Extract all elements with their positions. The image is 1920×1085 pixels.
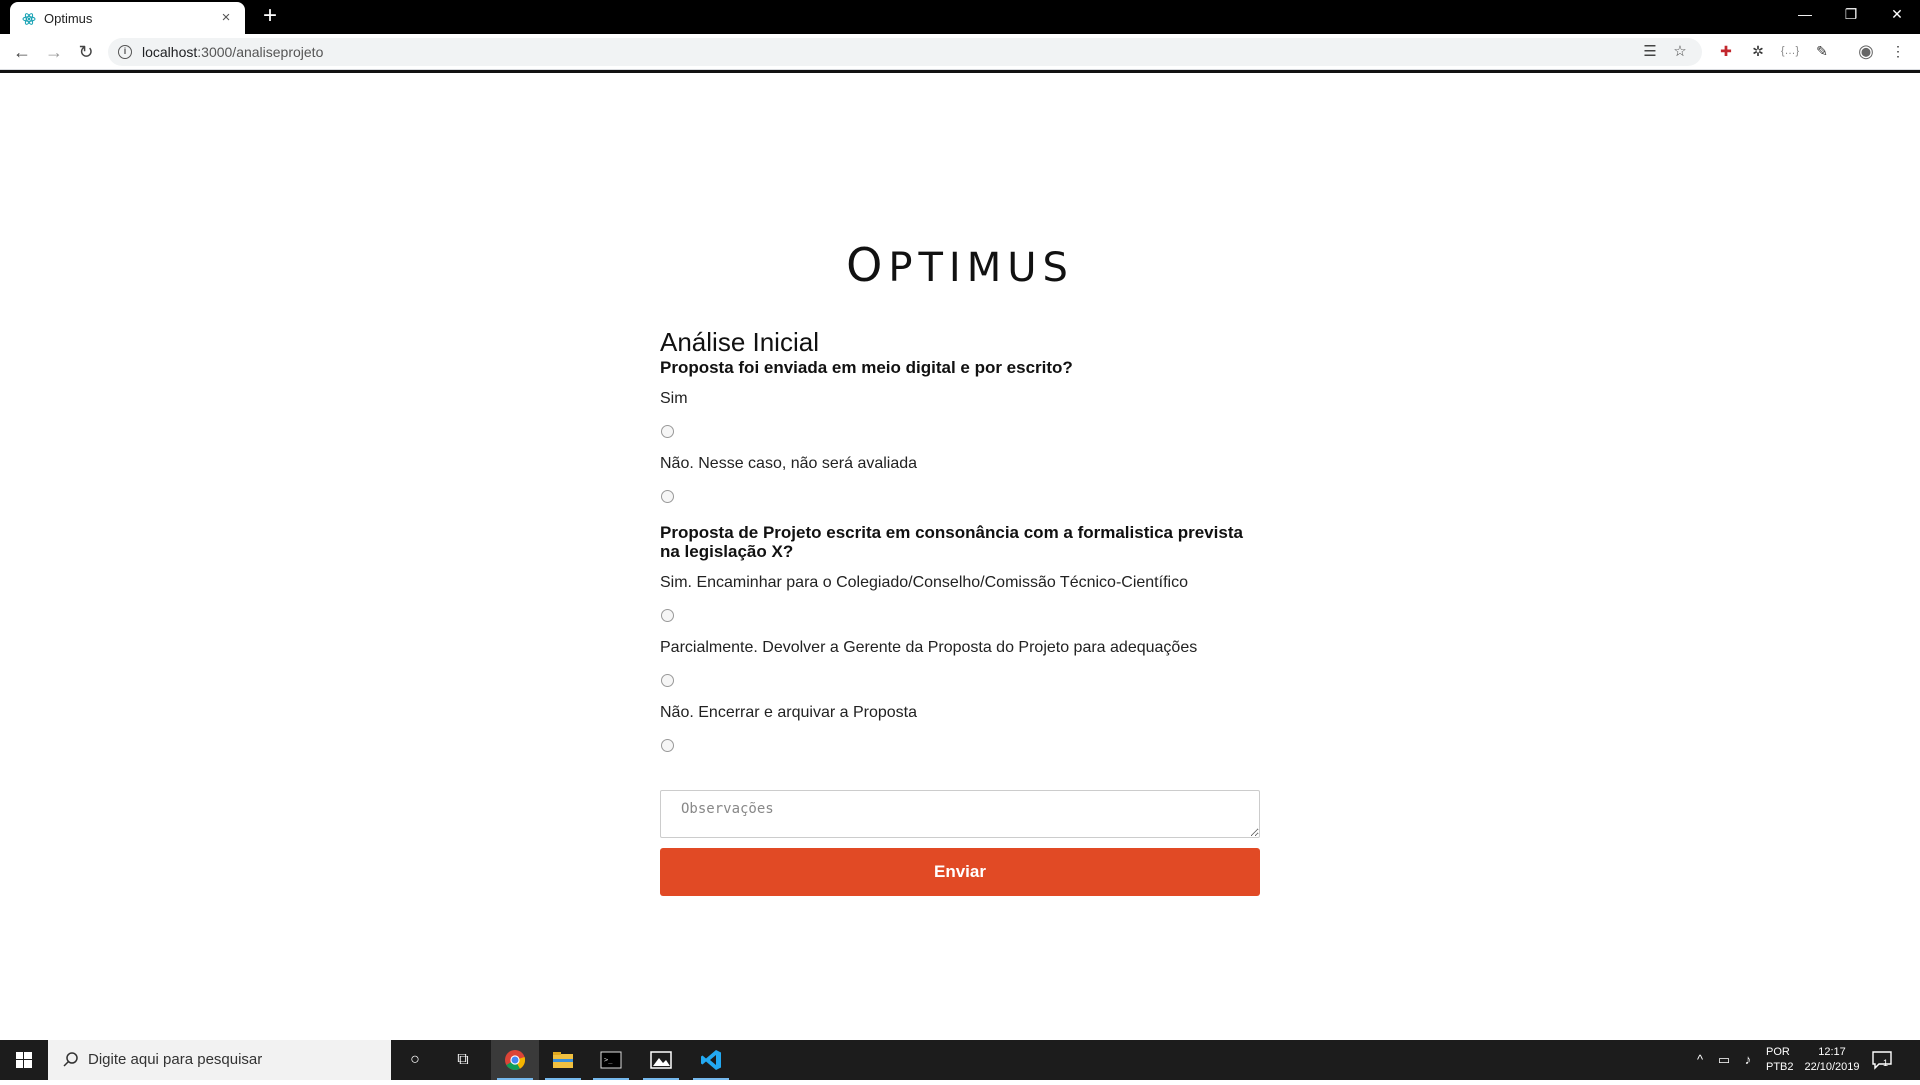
windows-logo-icon bbox=[16, 1052, 32, 1068]
reload-icon[interactable]: ↻ bbox=[74, 40, 98, 64]
terminal-icon: >_ bbox=[600, 1051, 622, 1069]
radio-q1-sim[interactable] bbox=[661, 425, 674, 438]
taskbar-chrome[interactable] bbox=[491, 1040, 539, 1080]
taskbar-photos[interactable] bbox=[637, 1040, 685, 1080]
restore-icon[interactable]: ❐ bbox=[1828, 0, 1874, 30]
folder-icon bbox=[553, 1052, 573, 1068]
radio-q2-parcialmente[interactable] bbox=[661, 674, 674, 687]
option-label: Não. Encerrar e arquivar a Proposta bbox=[660, 704, 918, 721]
chrome-icon bbox=[505, 1050, 526, 1070]
clock-date: 22/10/2019 bbox=[1804, 1061, 1860, 1073]
optimus-logo: OPTIMUS bbox=[0, 238, 1920, 292]
extension-gear-icon[interactable]: ✲ bbox=[1748, 40, 1768, 62]
info-icon[interactable]: i bbox=[118, 45, 132, 59]
submit-button[interactable]: Enviar bbox=[660, 848, 1260, 896]
language-indicator[interactable]: POR PTB2 bbox=[1766, 1045, 1802, 1075]
extension-brackets-icon[interactable]: {…} bbox=[1780, 40, 1800, 62]
option-label: Parcialmente. Devolver a Gerente da Prop… bbox=[660, 639, 1198, 656]
page-top-border bbox=[0, 70, 1920, 73]
network-icon[interactable]: ▭ bbox=[1714, 1050, 1734, 1070]
browser-tab[interactable]: Optimus × bbox=[10, 2, 245, 34]
radio-q1-nao[interactable] bbox=[661, 490, 674, 503]
extension-red-icon[interactable]: ✚ bbox=[1716, 40, 1736, 62]
start-button[interactable] bbox=[0, 1040, 48, 1080]
tab-close-icon[interactable]: × bbox=[217, 9, 235, 27]
tab-strip: Optimus × + — ❐ ✕ bbox=[0, 0, 1920, 34]
new-tab-button[interactable]: + bbox=[258, 4, 282, 29]
question-1: Proposta foi enviada em meio digital e p… bbox=[660, 358, 1073, 377]
observations-field[interactable] bbox=[660, 790, 1260, 838]
menu-dots-icon[interactable]: ⋮ bbox=[1888, 40, 1908, 62]
minimize-icon[interactable]: — bbox=[1782, 0, 1828, 30]
analysis-form: Análise Inicial Proposta foi enviada em … bbox=[660, 326, 1260, 896]
search-icon bbox=[63, 1052, 78, 1067]
taskbar-search-box[interactable]: Digite aqui para pesquisar bbox=[48, 1040, 391, 1080]
forward-arrow-icon[interactable]: → bbox=[42, 40, 66, 64]
windows-taskbar: Digite aqui para pesquisar ○ ⧉ >_ ^ ▭ ♪ … bbox=[0, 1040, 1920, 1080]
cortana-icon[interactable]: ○ bbox=[391, 1040, 439, 1080]
system-clock[interactable]: 12:17 22/10/2019 bbox=[1800, 1045, 1864, 1075]
taskbar-vscode[interactable] bbox=[687, 1040, 735, 1080]
url-path: :3000/analiseprojeto bbox=[197, 44, 324, 60]
clock-time: 12:17 bbox=[1818, 1046, 1846, 1058]
url-host: localhost bbox=[142, 44, 198, 60]
extension-pen-icon[interactable]: ✎ bbox=[1812, 40, 1832, 62]
tab-title: Optimus bbox=[44, 11, 93, 26]
taskbar-file-explorer[interactable] bbox=[539, 1040, 587, 1080]
radio-q2-sim[interactable] bbox=[661, 609, 674, 622]
question-2: Proposta de Projeto escrita em consonânc… bbox=[660, 523, 1243, 561]
notification-count: 1 bbox=[1883, 1058, 1889, 1068]
notification-icon bbox=[1872, 1051, 1892, 1070]
radio-q2-nao[interactable] bbox=[661, 739, 674, 752]
show-hidden-icons-icon[interactable]: ^ bbox=[1690, 1050, 1710, 1070]
reader-mode-icon[interactable]: ☰ bbox=[1640, 42, 1660, 62]
back-arrow-icon[interactable]: ← bbox=[10, 40, 34, 64]
search-placeholder: Digite aqui para pesquisar bbox=[88, 1051, 263, 1068]
bookmark-star-icon[interactable]: ☆ bbox=[1670, 42, 1690, 62]
action-center-icon[interactable]: 1 bbox=[1870, 1048, 1894, 1072]
task-view-icon[interactable]: ⧉ bbox=[439, 1040, 487, 1080]
logo-initial: O bbox=[846, 238, 889, 292]
language-code: POR bbox=[1766, 1046, 1790, 1058]
keyboard-layout: PTB2 bbox=[1766, 1061, 1794, 1073]
browser-toolbar: ← → ↻ i localhost:3000/analiseprojeto ☰ … bbox=[0, 34, 1920, 70]
react-logo-icon bbox=[22, 13, 36, 25]
option-label: Sim bbox=[660, 390, 688, 407]
close-window-icon[interactable]: ✕ bbox=[1874, 0, 1920, 30]
photos-icon bbox=[650, 1051, 672, 1069]
page-title: Análise Inicial bbox=[660, 327, 819, 357]
volume-icon[interactable]: ♪ bbox=[1738, 1050, 1758, 1070]
svg-text:>_: >_ bbox=[604, 1056, 613, 1064]
logo-rest: PTIMUS bbox=[888, 245, 1074, 291]
vscode-icon bbox=[701, 1050, 721, 1070]
address-bar[interactable]: i localhost:3000/analiseprojeto ☰ ☆ bbox=[108, 38, 1702, 66]
url-text[interactable]: localhost:3000/analiseprojeto bbox=[142, 44, 323, 60]
profile-avatar-icon[interactable]: ◉ bbox=[1856, 40, 1876, 62]
taskbar-terminal[interactable]: >_ bbox=[587, 1040, 635, 1080]
option-label: Não. Nesse caso, não será avaliada bbox=[660, 455, 918, 472]
option-label: Sim. Encaminhar para o Colegiado/Conselh… bbox=[660, 574, 1188, 591]
